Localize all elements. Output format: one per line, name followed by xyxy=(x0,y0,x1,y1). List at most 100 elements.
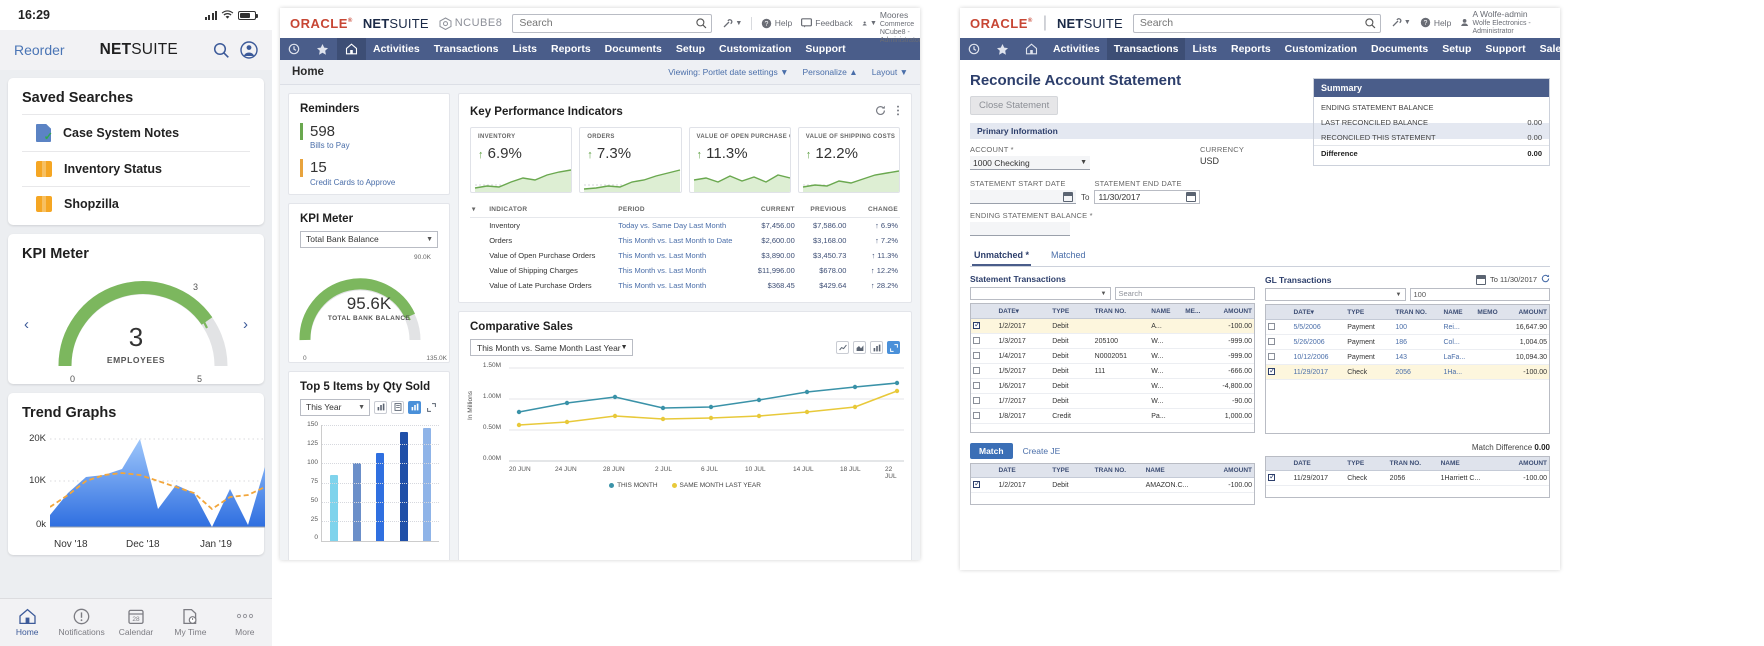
kpi-card[interactable]: VALUE OF OPEN PURCHASE ORDERS ↑ 11.3% xyxy=(688,127,791,193)
kpi-card[interactable]: VALUE OF SHIPPING COSTS ↑ 12.2% xyxy=(797,127,900,193)
table-row[interactable]: Value of Late Purchase Orders This Month… xyxy=(470,278,900,293)
tab-notifications[interactable]: Notifications xyxy=(54,608,108,637)
row-checkbox[interactable] xyxy=(973,381,980,389)
tab-calendar[interactable]: 28 Calendar xyxy=(109,608,163,637)
comparative-period-select[interactable]: This Month vs. Same Month Last Year ▼ xyxy=(470,339,633,356)
bar[interactable] xyxy=(376,453,385,541)
cell-period[interactable]: This Month vs. Last Month xyxy=(616,248,745,263)
statement-start-date-field[interactable] xyxy=(970,190,1076,204)
table-row[interactable]: 10/12/2006 Payment 143 LaFa... 10,094.30 xyxy=(1266,349,1549,365)
recent-records-icon[interactable] xyxy=(960,38,988,60)
col-name[interactable]: NAME xyxy=(1441,305,1476,320)
reminder-label[interactable]: Credit Cards to Approve xyxy=(300,178,438,187)
menu-item-reports[interactable]: Reports xyxy=(1224,38,1278,60)
area-chart-toggle[interactable] xyxy=(853,341,866,354)
expand-chart-toggle[interactable] xyxy=(887,341,900,354)
portlet-menu-icon[interactable] xyxy=(896,103,900,121)
chart-type-toggle[interactable] xyxy=(408,400,421,414)
menu-item-activities[interactable]: Activities xyxy=(366,38,427,60)
col-amount[interactable]: AMOUNT xyxy=(1503,305,1549,320)
cell-name[interactable]: LaFa... xyxy=(1441,349,1476,365)
cell-period[interactable]: This Month vs. Last Month xyxy=(616,278,745,293)
menu-item-reports[interactable]: Reports xyxy=(544,38,598,60)
bar[interactable] xyxy=(329,474,338,541)
table-row[interactable]: 5/5/2006 Payment 100 Rei... 16,647.90 xyxy=(1266,319,1549,335)
statement-filter-select[interactable]: ▼ xyxy=(970,287,1111,300)
cell-period[interactable]: This Month vs. Last Month xyxy=(616,263,745,278)
refresh-icon[interactable] xyxy=(875,103,886,121)
row-checkbox[interactable] xyxy=(1268,337,1275,345)
line-chart-toggle[interactable] xyxy=(836,341,849,354)
bar[interactable] xyxy=(399,432,408,541)
calendar-icon[interactable] xyxy=(1186,192,1197,202)
row-checkbox[interactable] xyxy=(1268,366,1276,375)
search-icon[interactable] xyxy=(213,42,230,59)
layout-button[interactable]: Layout ▼ xyxy=(872,67,908,77)
search-box[interactable] xyxy=(512,13,713,33)
table-row[interactable]: Value of Open Purchase Orders This Month… xyxy=(470,248,900,263)
help-button[interactable]: ? Help xyxy=(761,18,792,29)
cell-tran[interactable]: 100 xyxy=(1393,319,1442,335)
bar-chart-toggle[interactable] xyxy=(870,341,883,354)
cell-name[interactable]: Rei... xyxy=(1441,319,1476,335)
list-view-toggle[interactable] xyxy=(391,400,404,414)
collapse-toggle[interactable]: ▾ xyxy=(470,201,488,218)
close-statement-button[interactable]: Close Statement xyxy=(970,96,1059,115)
cell-date[interactable]: 10/12/2006 xyxy=(1291,349,1346,365)
shortcuts-star-icon[interactable] xyxy=(308,38,337,60)
table-row[interactable]: 1/3/2017 Debit 205100 W... -999.00 xyxy=(971,333,1254,349)
tab-home[interactable]: Home xyxy=(0,608,54,637)
reminder-label[interactable]: Bills to Pay xyxy=(300,141,438,150)
cell-tran[interactable]: 2056 xyxy=(1393,364,1442,380)
menu-item-setup[interactable]: Setup xyxy=(1435,38,1478,60)
table-row[interactable]: Orders This Month vs. Last Month to Date… xyxy=(470,233,900,248)
tab-matched[interactable]: Matched xyxy=(1049,246,1088,266)
recent-records-icon[interactable] xyxy=(280,38,308,60)
menu-item-support[interactable]: Support xyxy=(798,38,852,60)
col-memo[interactable]: ME... xyxy=(1183,304,1212,319)
kpi-card[interactable]: ORDERS ↑ 7.3% xyxy=(579,127,682,193)
help-button[interactable]: ? Help xyxy=(1420,17,1451,28)
row-checkbox[interactable] xyxy=(1268,322,1275,330)
search-icon[interactable] xyxy=(1365,17,1376,29)
feedback-button[interactable]: Feedback xyxy=(801,18,853,28)
quick-add-menu[interactable]: ▼ xyxy=(722,18,742,29)
row-checkbox[interactable] xyxy=(973,396,980,404)
home-icon[interactable] xyxy=(337,38,366,60)
menu-item-lists[interactable]: Lists xyxy=(505,38,544,60)
calendar-icon[interactable] xyxy=(1063,191,1073,202)
list-item[interactable]: Inventory Status xyxy=(22,151,250,186)
col-tran-no[interactable]: TRAN NO. xyxy=(1393,305,1442,320)
menu-item-lists[interactable]: Lists xyxy=(1185,38,1224,60)
row-checkbox[interactable] xyxy=(973,366,980,374)
table-row[interactable]: Inventory Today vs. Same Day Last Month … xyxy=(470,218,900,234)
reorder-button[interactable]: Reorder xyxy=(14,42,65,58)
table-row[interactable]: 1/2/2017 Debit A... -100.00 xyxy=(971,318,1254,334)
cell-date[interactable]: 5/5/2006 xyxy=(1291,319,1346,335)
kpi-meter-select[interactable]: Total Bank Balance ▼ xyxy=(300,230,438,248)
user-menu[interactable]: ▼ Rebecca Moores Commerce NCube8 - Admin… xyxy=(862,8,920,45)
row-checkbox[interactable] xyxy=(973,320,981,329)
cell-period[interactable]: Today vs. Same Day Last Month xyxy=(616,218,745,234)
kpi-card[interactable]: INVENTORY ↑ 6.9% xyxy=(470,127,573,193)
cell-tran[interactable]: 186 xyxy=(1393,334,1442,350)
reminder-item[interactable]: 598 Bills to Pay xyxy=(289,121,449,157)
row-checkbox[interactable] xyxy=(1268,352,1275,360)
search-input[interactable] xyxy=(1139,17,1365,29)
table-row[interactable]: 1/4/2017 Debit N0002051 W... -999.00 xyxy=(971,348,1254,364)
gl-amount-filter-input[interactable]: 100 xyxy=(1409,288,1550,301)
menu-item-setup[interactable]: Setup xyxy=(669,38,712,60)
list-item[interactable]: Shopzilla xyxy=(22,186,250,225)
viewing-dropdown[interactable]: Viewing: Portlet date settings ▼ xyxy=(668,67,788,77)
statement-table[interactable]: DATE▾ TYPE TRAN NO. NAME ME... AMOUNT ✓ … xyxy=(970,303,1255,433)
home-icon[interactable] xyxy=(1017,38,1046,60)
match-left-table[interactable]: DATE TYPE TRAN NO. NAME AMOUNT 1/2/2017 … xyxy=(970,463,1255,505)
table-row[interactable]: Value of Shipping Charges This Month vs.… xyxy=(470,263,900,278)
cell-date[interactable]: 5/26/2006 xyxy=(1291,334,1346,350)
tab-unmatched[interactable]: Unmatched * xyxy=(972,246,1032,266)
gl-table[interactable]: DATE▾ TYPE TRAN NO. NAME MEMO AMOUNT 5/5… xyxy=(1265,304,1550,434)
menu-item-transactions[interactable]: Transactions xyxy=(1106,38,1186,60)
col-memo[interactable]: MEMO xyxy=(1475,305,1504,320)
account-avatar-icon[interactable] xyxy=(240,41,258,59)
cell-date[interactable]: 11/29/2017 xyxy=(1291,364,1346,380)
